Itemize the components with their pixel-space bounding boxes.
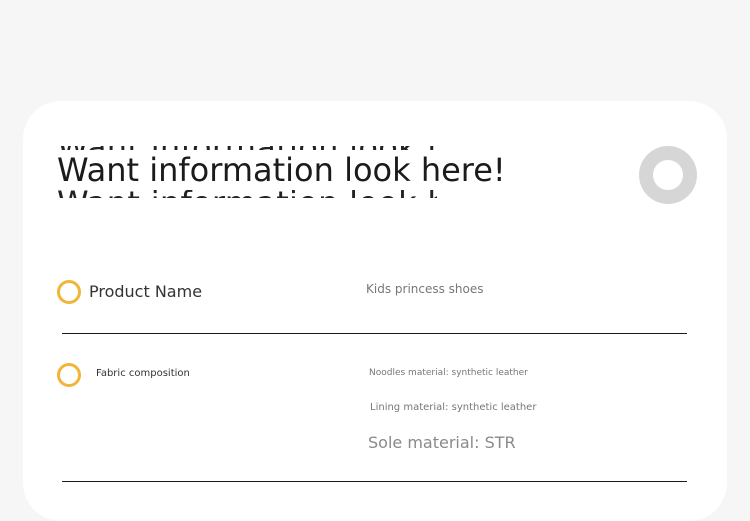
bullet-ring-icon xyxy=(57,363,81,387)
row-divider xyxy=(62,481,687,482)
row-value-lining-material: Lining material: synthetic leather xyxy=(370,402,537,413)
row-label-fabric-composition: Fabric composition xyxy=(96,368,190,379)
page-title: Want information look here! xyxy=(57,150,508,190)
row-value-product-name: Kids princess shoes xyxy=(366,282,484,296)
row-label-product-name: Product Name xyxy=(89,282,203,301)
row-value-noodles-material: Noodles material: synthetic leather xyxy=(369,368,528,378)
row-value-sole-material: Sole material: STR xyxy=(368,433,516,452)
bullet-ring-icon xyxy=(57,280,81,304)
ring-badge-icon xyxy=(639,146,697,204)
row-divider xyxy=(62,333,687,334)
